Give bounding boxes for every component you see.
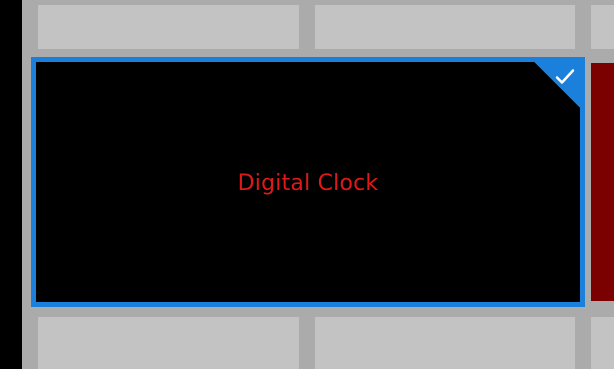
tile-label: Digital Clock <box>237 170 379 196</box>
tile-top-right-partial[interactable] <box>591 5 614 49</box>
tile-top-left[interactable] <box>38 5 299 49</box>
selected-tile[interactable]: Digital Clock <box>31 57 585 307</box>
left-edge <box>0 0 22 369</box>
tile-bottom-middle[interactable] <box>315 317 575 369</box>
tile-bottom-left[interactable] <box>38 317 299 369</box>
check-icon <box>555 69 575 84</box>
neighbor-tile[interactable] <box>591 63 614 301</box>
tile-top-middle[interactable] <box>315 5 575 49</box>
tile-bottom-right-partial[interactable] <box>591 317 614 369</box>
